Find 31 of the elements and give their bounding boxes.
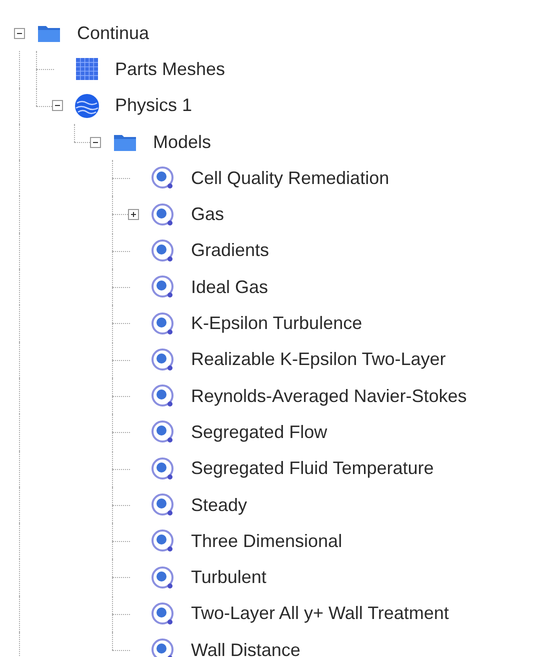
tree-item-label[interactable]: Two-Layer All y+ Wall Treatment — [191, 603, 449, 624]
collapse-toggle[interactable] — [52, 100, 63, 112]
wave-sphere-icon — [75, 94, 99, 118]
model-icon — [151, 420, 175, 444]
tree-item-label[interactable]: Physics 1 — [115, 95, 192, 116]
tree-item-label[interactable]: Reynolds-Averaged Navier-Stokes — [191, 386, 467, 407]
folder-icon — [113, 132, 137, 152]
folder-icon — [37, 23, 61, 44]
model-icon — [151, 566, 175, 590]
collapse-toggle[interactable] — [90, 136, 101, 148]
model-icon — [151, 456, 175, 481]
model-icon — [151, 166, 175, 190]
tree-item-label[interactable]: K-Epsilon Turbulence — [191, 313, 362, 334]
model-icon — [151, 238, 175, 263]
model-icon — [151, 275, 175, 300]
tree-item-label[interactable]: Cell Quality Remediation — [191, 168, 390, 189]
tree-item-label[interactable]: Segregated Flow — [191, 422, 328, 443]
model-icon — [151, 529, 175, 554]
collapse-toggle[interactable] — [14, 28, 25, 39]
model-icon — [151, 384, 175, 408]
model-icon — [151, 602, 175, 626]
tree-item-label[interactable]: Realizable K-Epsilon Two-Layer — [191, 349, 446, 370]
model-icon — [151, 638, 175, 657]
model-icon — [151, 312, 175, 336]
model-icon — [151, 493, 175, 517]
model-icon — [151, 348, 175, 372]
tree-item-label[interactable]: Segregated Fluid Temperature — [191, 458, 434, 480]
tree-item-label[interactable]: Wall Distance — [191, 640, 300, 657]
expand-toggle[interactable] — [128, 209, 139, 220]
grid-icon — [76, 58, 98, 80]
model-icon — [151, 202, 175, 227]
